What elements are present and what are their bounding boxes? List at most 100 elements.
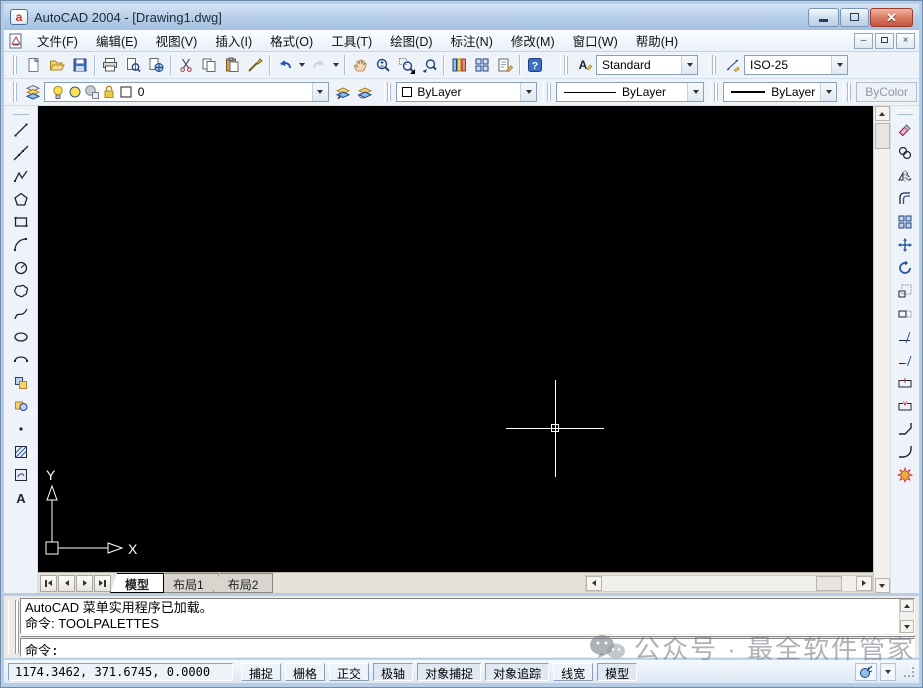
zoom-realtime-button[interactable] xyxy=(371,54,394,76)
scroll-up-button[interactable] xyxy=(874,106,890,121)
toolbar-grip[interactable] xyxy=(9,82,14,102)
break-button[interactable] xyxy=(892,394,918,417)
scroll-right-button[interactable] xyxy=(856,575,872,591)
pan-button[interactable] xyxy=(348,54,371,76)
construction-line-button[interactable] xyxy=(8,141,34,164)
layer-combo[interactable]: 0 xyxy=(43,82,329,102)
combo-arrow-icon[interactable] xyxy=(831,56,847,74)
combo-arrow-icon[interactable] xyxy=(820,83,837,101)
tab-first-button[interactable] xyxy=(40,574,57,592)
redo-dropdown-arrow[interactable] xyxy=(330,54,341,76)
menu-modify[interactable]: 修改(M) xyxy=(502,29,564,52)
fillet-button[interactable] xyxy=(892,440,918,463)
tab-next-button[interactable] xyxy=(76,574,93,592)
move-button[interactable] xyxy=(892,233,918,256)
properties-button[interactable] xyxy=(447,54,470,76)
tool-palettes-button[interactable] xyxy=(493,54,516,76)
spline-button[interactable] xyxy=(8,302,34,325)
multiline-text-button[interactable]: A xyxy=(8,486,34,509)
undo-button[interactable] xyxy=(273,54,296,76)
tab-layout2[interactable]: 布局2 xyxy=(212,573,274,593)
drawing-canvas[interactable]: Y X xyxy=(38,106,873,572)
insert-block-button[interactable] xyxy=(8,371,34,394)
ellipse-arc-button[interactable] xyxy=(8,348,34,371)
menu-view[interactable]: 视图(V) xyxy=(147,29,207,52)
polygon-button[interactable] xyxy=(8,187,34,210)
point-button[interactable] xyxy=(8,417,34,440)
make-layer-current-button[interactable] xyxy=(332,81,354,103)
rectangle-button[interactable] xyxy=(8,210,34,233)
menu-edit[interactable]: 编辑(E) xyxy=(87,29,147,52)
communication-center-button[interactable] xyxy=(855,662,877,681)
explode-button[interactable] xyxy=(892,463,918,486)
menu-tools[interactable]: 工具(T) xyxy=(322,29,381,52)
window-resize-grip[interactable] xyxy=(903,666,915,678)
close-button[interactable]: ✕ xyxy=(870,7,913,27)
toggle-osnap[interactable]: 对象捕捉 xyxy=(417,662,482,681)
erase-button[interactable] xyxy=(892,118,918,141)
status-menu-button[interactable] xyxy=(880,662,896,681)
toolbar-grip[interactable] xyxy=(543,82,549,102)
publish-button[interactable] xyxy=(144,54,167,76)
make-block-button[interactable] xyxy=(8,394,34,417)
tab-last-button[interactable] xyxy=(94,574,111,592)
toolbar-grip[interactable] xyxy=(9,55,14,75)
match-properties-button[interactable] xyxy=(243,54,266,76)
lineweight-combo[interactable]: ByLayer xyxy=(723,82,838,102)
menu-file[interactable]: 文件(F) xyxy=(28,29,87,52)
paste-button[interactable] xyxy=(220,54,243,76)
horizontal-scroll-thumb[interactable] xyxy=(816,575,842,591)
combo-arrow-icon[interactable] xyxy=(681,56,697,74)
combo-arrow-icon[interactable] xyxy=(687,83,704,101)
zoom-window-button[interactable] xyxy=(394,54,417,76)
new-button[interactable] xyxy=(22,54,45,76)
chamfer-button[interactable] xyxy=(892,417,918,440)
arc-button[interactable] xyxy=(8,233,34,256)
redo-button[interactable] xyxy=(307,54,330,76)
toggle-lineweight[interactable]: 线宽 xyxy=(553,662,594,681)
combo-arrow-icon[interactable] xyxy=(520,83,537,101)
array-button[interactable] xyxy=(892,210,918,233)
toolbar-grip[interactable] xyxy=(710,82,716,102)
toggle-otrack[interactable]: 对象追踪 xyxy=(485,662,550,681)
menu-dimension[interactable]: 标注(N) xyxy=(442,29,502,52)
combo-arrow-icon[interactable] xyxy=(311,83,328,101)
toolbar-grip[interactable] xyxy=(12,110,29,115)
toggle-model-space[interactable]: 模型 xyxy=(597,662,638,681)
open-button[interactable] xyxy=(45,54,68,76)
command-scroll-down-button[interactable] xyxy=(900,620,914,633)
break-at-point-button[interactable] xyxy=(892,371,918,394)
coordinates-readout[interactable]: 1174.3462, 371.6745, 0.0000 xyxy=(8,662,233,681)
drawing-file-icon[interactable] xyxy=(8,33,24,49)
hatch-button[interactable] xyxy=(8,440,34,463)
scroll-left-button[interactable] xyxy=(586,575,602,591)
layer-manager-button[interactable] xyxy=(22,81,44,103)
stretch-button[interactable] xyxy=(892,302,918,325)
command-window-grip[interactable] xyxy=(8,600,16,654)
scale-button[interactable] xyxy=(892,279,918,302)
dim-style-button[interactable] xyxy=(721,54,744,76)
mirror-button[interactable] xyxy=(892,164,918,187)
maximize-button[interactable] xyxy=(840,7,869,27)
zoom-previous-button[interactable] xyxy=(417,54,440,76)
region-button[interactable] xyxy=(8,463,34,486)
tab-layout1[interactable]: 布局1 xyxy=(158,573,219,593)
copy-object-button[interactable] xyxy=(892,141,918,164)
menu-help[interactable]: 帮助(H) xyxy=(627,29,687,52)
toggle-grid[interactable]: 栅格 xyxy=(285,662,326,681)
line-button[interactable] xyxy=(8,118,34,141)
toggle-ortho[interactable]: 正交 xyxy=(329,662,370,681)
toggle-polar[interactable]: 极轴 xyxy=(373,662,414,681)
print-button[interactable] xyxy=(98,54,121,76)
menu-insert[interactable]: 插入(I) xyxy=(206,29,261,52)
text-style-combo[interactable]: Standard xyxy=(596,55,698,75)
command-splitter[interactable] xyxy=(20,635,915,637)
toolbar-grip[interactable] xyxy=(843,82,849,102)
mdi-restore-button[interactable] xyxy=(875,32,894,49)
mdi-minimize-button[interactable]: – xyxy=(854,32,873,49)
linetype-combo[interactable]: ByLayer xyxy=(556,82,705,102)
color-combo[interactable]: ByLayer xyxy=(396,82,538,102)
print-preview-button[interactable] xyxy=(121,54,144,76)
help-button[interactable]: ? xyxy=(523,54,546,76)
revision-cloud-button[interactable] xyxy=(8,279,34,302)
